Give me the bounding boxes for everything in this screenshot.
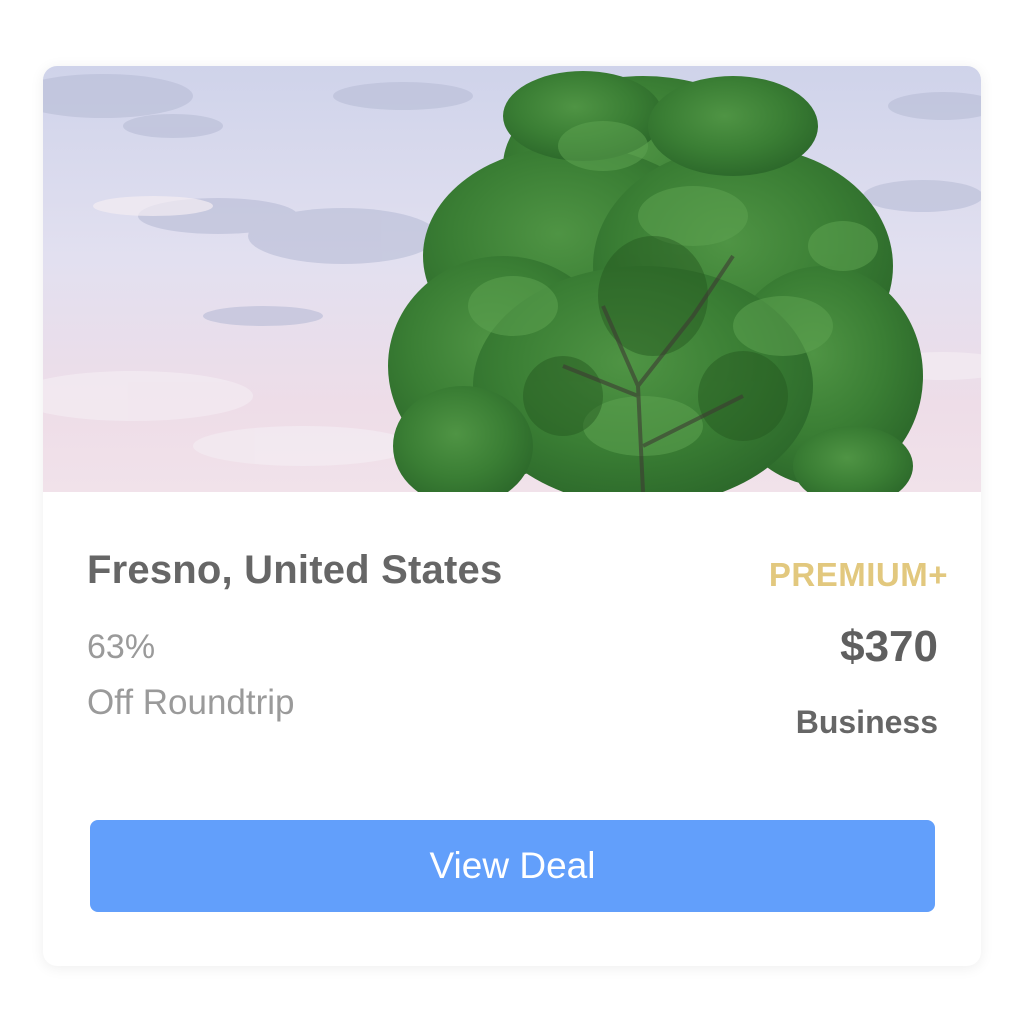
- cabin-class: Business: [795, 704, 938, 740]
- view-deal-button[interactable]: View Deal: [90, 820, 935, 912]
- destination-title: Fresno, United States: [87, 548, 503, 592]
- tier-badge: PREMIUM+: [768, 556, 948, 593]
- deal-card[interactable]: Fresno, United States PREMIUM+ 63% Off R…: [43, 66, 981, 966]
- destination-photo: [43, 66, 981, 492]
- price-value: $370: [840, 622, 938, 671]
- discount-percent: 63%: [87, 628, 156, 666]
- discount-label: Off Roundtrip: [87, 683, 295, 722]
